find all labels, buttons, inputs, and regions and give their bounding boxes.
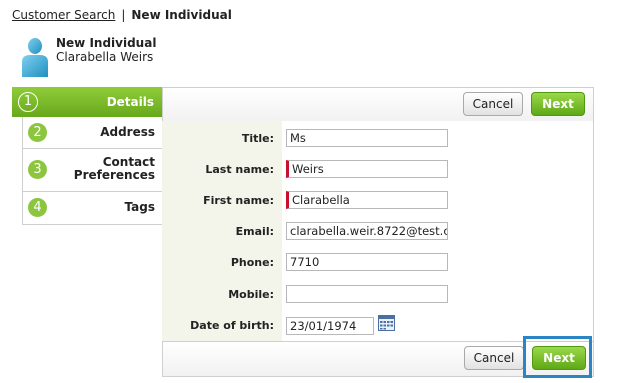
last-name-field[interactable]: Weirs <box>286 160 448 178</box>
step-number-4: 4 <box>28 198 47 217</box>
page-title: New Individual <box>56 36 157 50</box>
cancel-button-top[interactable]: Cancel <box>463 92 523 116</box>
email-field[interactable]: clarabella.weir.8722@test.co <box>286 222 448 240</box>
step-label-address: Address <box>100 125 155 139</box>
step-details[interactable]: 1 Details <box>12 87 172 117</box>
mobile-label: Mobile: <box>228 288 274 301</box>
phone-label: Phone: <box>230 256 274 269</box>
steps-list: 2 Address 3 Contact Preferences 4 Tags <box>22 117 164 225</box>
dob-field[interactable]: 23/01/1974 <box>286 317 374 335</box>
breadcrumb-separator: | <box>121 8 126 22</box>
top-toolbar <box>162 87 594 123</box>
step-label-contact-preferences: Contact Preferences <box>73 155 155 182</box>
breadcrumb: Customer Search | New Individual <box>12 8 232 22</box>
first-name-label: First name: <box>203 194 274 207</box>
next-button-highlight <box>523 336 592 378</box>
title-field[interactable]: Ms <box>286 129 448 147</box>
last-name-label: Last name: <box>205 163 274 176</box>
first-name-field[interactable]: Clarabella <box>286 191 448 209</box>
customer-name: Clarabella Weirs <box>56 50 154 64</box>
step-contact-preferences[interactable]: 3 Contact Preferences <box>23 149 163 192</box>
mobile-field[interactable] <box>286 285 448 303</box>
person-icon <box>22 38 48 77</box>
calendar-icon[interactable] <box>378 315 395 331</box>
email-label: Email: <box>235 225 274 238</box>
dob-label: Date of birth: <box>190 319 274 332</box>
next-button-top[interactable]: Next <box>531 92 585 116</box>
step-label-details: Details <box>106 95 154 109</box>
cancel-button-bottom[interactable]: Cancel <box>464 346 524 370</box>
step-label-tags: Tags <box>124 200 155 214</box>
step-tags[interactable]: 4 Tags <box>23 192 163 223</box>
step-number-1: 1 <box>18 92 38 112</box>
breadcrumb-link-customer-search[interactable]: Customer Search <box>12 8 115 22</box>
phone-field[interactable]: 7710 <box>286 253 448 271</box>
title-label: Title: <box>241 132 274 145</box>
step-number-2: 2 <box>28 123 47 142</box>
breadcrumb-current: New Individual <box>131 8 232 22</box>
step-number-3: 3 <box>28 160 47 179</box>
step-address[interactable]: 2 Address <box>23 117 163 149</box>
